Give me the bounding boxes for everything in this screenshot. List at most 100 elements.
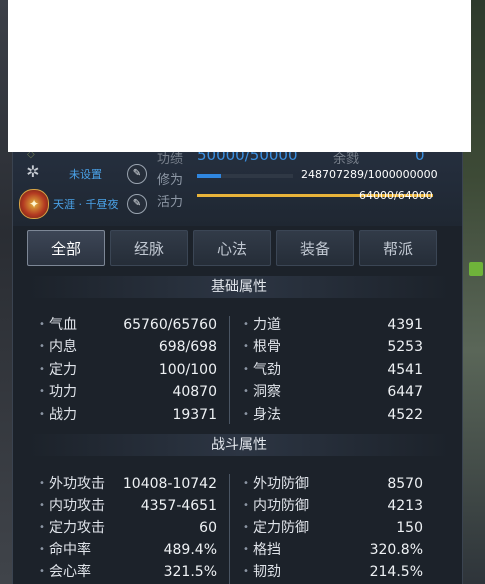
character-header: ◇ ✲ 未设置 ✎ ✦ 天涯 · 千昼夜 ✎ 功绩 50000/50000 余戮…: [13, 140, 462, 226]
bullet-icon: •: [39, 386, 45, 397]
bullet-icon: •: [243, 544, 249, 555]
stat-value: 10408-10742: [122, 476, 217, 492]
stat-label: 气血: [49, 317, 77, 333]
stat-value: 5253: [387, 339, 423, 355]
stat-label: 定力: [49, 362, 77, 378]
stat-label: 外功防御: [253, 476, 309, 492]
xiuwei-progress-fill: [197, 174, 221, 178]
stat-value: 100/100: [158, 362, 217, 378]
stat-value: 8570: [387, 476, 423, 492]
tab-all[interactable]: 全部: [27, 230, 105, 266]
bullet-icon: •: [39, 319, 45, 330]
stat-value: 4357-4651: [140, 498, 217, 514]
bullet-icon: •: [39, 364, 45, 375]
bullet-icon: •: [39, 544, 45, 555]
stat-value: 214.5%: [369, 564, 423, 580]
stat-value: 489.4%: [163, 542, 217, 558]
bullet-icon: •: [243, 386, 249, 397]
stat-row: • 格挡 320.8%: [243, 539, 423, 561]
stat-value: 65760/65760: [123, 317, 217, 333]
stat-label: 功力: [49, 384, 77, 400]
stat-row: • 命中率 489.4%: [39, 539, 217, 561]
stat-row: • 气血 65760/65760: [39, 314, 217, 336]
stat-value: 150: [396, 520, 423, 536]
stat-label: 定力攻击: [49, 520, 105, 536]
unset-label[interactable]: 未设置: [69, 166, 102, 182]
title-badge-icon[interactable]: ✦: [19, 189, 49, 219]
column-divider: [229, 474, 230, 584]
stat-label: 内息: [49, 339, 77, 355]
stat-row: • 身法 4522: [243, 404, 423, 426]
stat-label: 内功防御: [253, 498, 309, 514]
stat-label: 定力防御: [253, 520, 309, 536]
bullet-icon: •: [39, 478, 45, 489]
green-tag-icon: [469, 262, 483, 276]
tab-equipment[interactable]: 装备: [276, 230, 354, 266]
xiuwei-progress-bar: [197, 174, 293, 178]
stat-label: 会心率: [49, 564, 91, 580]
stat-value: 6447: [387, 384, 423, 400]
stat-label: 外功攻击: [49, 476, 105, 492]
bullet-icon: •: [243, 522, 249, 533]
stat-row: • 内功防御 4213: [243, 495, 423, 517]
xiuwei-label: 修为: [157, 173, 184, 188]
bullet-icon: •: [39, 341, 45, 352]
stat-row: • 洞察 6447: [243, 381, 423, 403]
bullet-icon: •: [243, 364, 249, 375]
title-label[interactable]: 天涯 · 千昼夜: [53, 196, 119, 212]
stat-value: 320.8%: [369, 542, 423, 558]
blank-overlay: [8, 0, 471, 152]
tab-meridians[interactable]: 经脉: [110, 230, 188, 266]
stat-value: 19371: [172, 407, 217, 423]
stat-row: • 内功攻击 4357-4651: [39, 495, 217, 517]
stat-row: • 定力 100/100: [39, 359, 217, 381]
stat-label: 身法: [253, 407, 281, 423]
stat-row: • 韧劲 214.5%: [243, 561, 423, 583]
bullet-icon: •: [243, 341, 249, 352]
bullet-icon: •: [243, 409, 249, 420]
emblem-icon[interactable]: ✲: [23, 162, 43, 182]
bullet-icon: •: [243, 478, 249, 489]
stat-row: • 会心率 321.5%: [39, 561, 217, 583]
combat-attributes-heading: 战斗属性: [27, 434, 451, 456]
stat-value: 698/698: [158, 339, 217, 355]
edit-pen-icon[interactable]: ✎: [127, 164, 147, 184]
huoli-value: 64000/64000: [359, 189, 433, 202]
bullet-icon: •: [243, 566, 249, 577]
stat-row: • 定力防御 150: [243, 517, 423, 539]
bullet-icon: •: [39, 500, 45, 511]
stat-row: • 气劲 4541: [243, 359, 423, 381]
stat-value: 4391: [387, 317, 423, 333]
basic-attributes-heading: 基础属性: [27, 276, 451, 298]
stat-value: 4522: [387, 407, 423, 423]
stat-label: 命中率: [49, 542, 91, 558]
stat-value: 40870: [172, 384, 217, 400]
tab-bar: 全部 经脉 心法 装备 帮派: [27, 230, 451, 268]
stat-label: 战力: [49, 407, 77, 423]
stat-row: • 力道 4391: [243, 314, 423, 336]
stat-row: • 功力 40870: [39, 381, 217, 403]
tab-mental-arts[interactable]: 心法: [193, 230, 271, 266]
tab-guild[interactable]: 帮派: [359, 230, 437, 266]
stat-row: • 外功防御 8570: [243, 473, 423, 495]
stat-value: 4541: [387, 362, 423, 378]
stat-row: • 根骨 5253: [243, 336, 423, 358]
stat-row: • 定力攻击 60: [39, 517, 217, 539]
stat-label: 洞察: [253, 384, 281, 400]
stat-value: 4213: [387, 498, 423, 514]
xiuwei-value: 248707289/1000000000: [301, 168, 438, 181]
edit-title-pen-icon[interactable]: ✎: [127, 194, 147, 214]
bullet-icon: •: [39, 566, 45, 577]
stat-value: 60: [199, 520, 217, 536]
column-divider: [229, 316, 230, 424]
stat-value: 321.5%: [163, 564, 217, 580]
stat-label: 韧劲: [253, 564, 281, 580]
character-panel: ◇ ✲ 未设置 ✎ ✦ 天涯 · 千昼夜 ✎ 功绩 50000/50000 余戮…: [12, 140, 463, 584]
bullet-icon: •: [39, 409, 45, 420]
bullet-icon: •: [39, 522, 45, 533]
stat-row: • 外功攻击 10408-10742: [39, 473, 217, 495]
stat-label: 力道: [253, 317, 281, 333]
bullet-icon: •: [243, 500, 249, 511]
stat-label: 内功攻击: [49, 498, 105, 514]
stat-label: 根骨: [253, 339, 281, 355]
